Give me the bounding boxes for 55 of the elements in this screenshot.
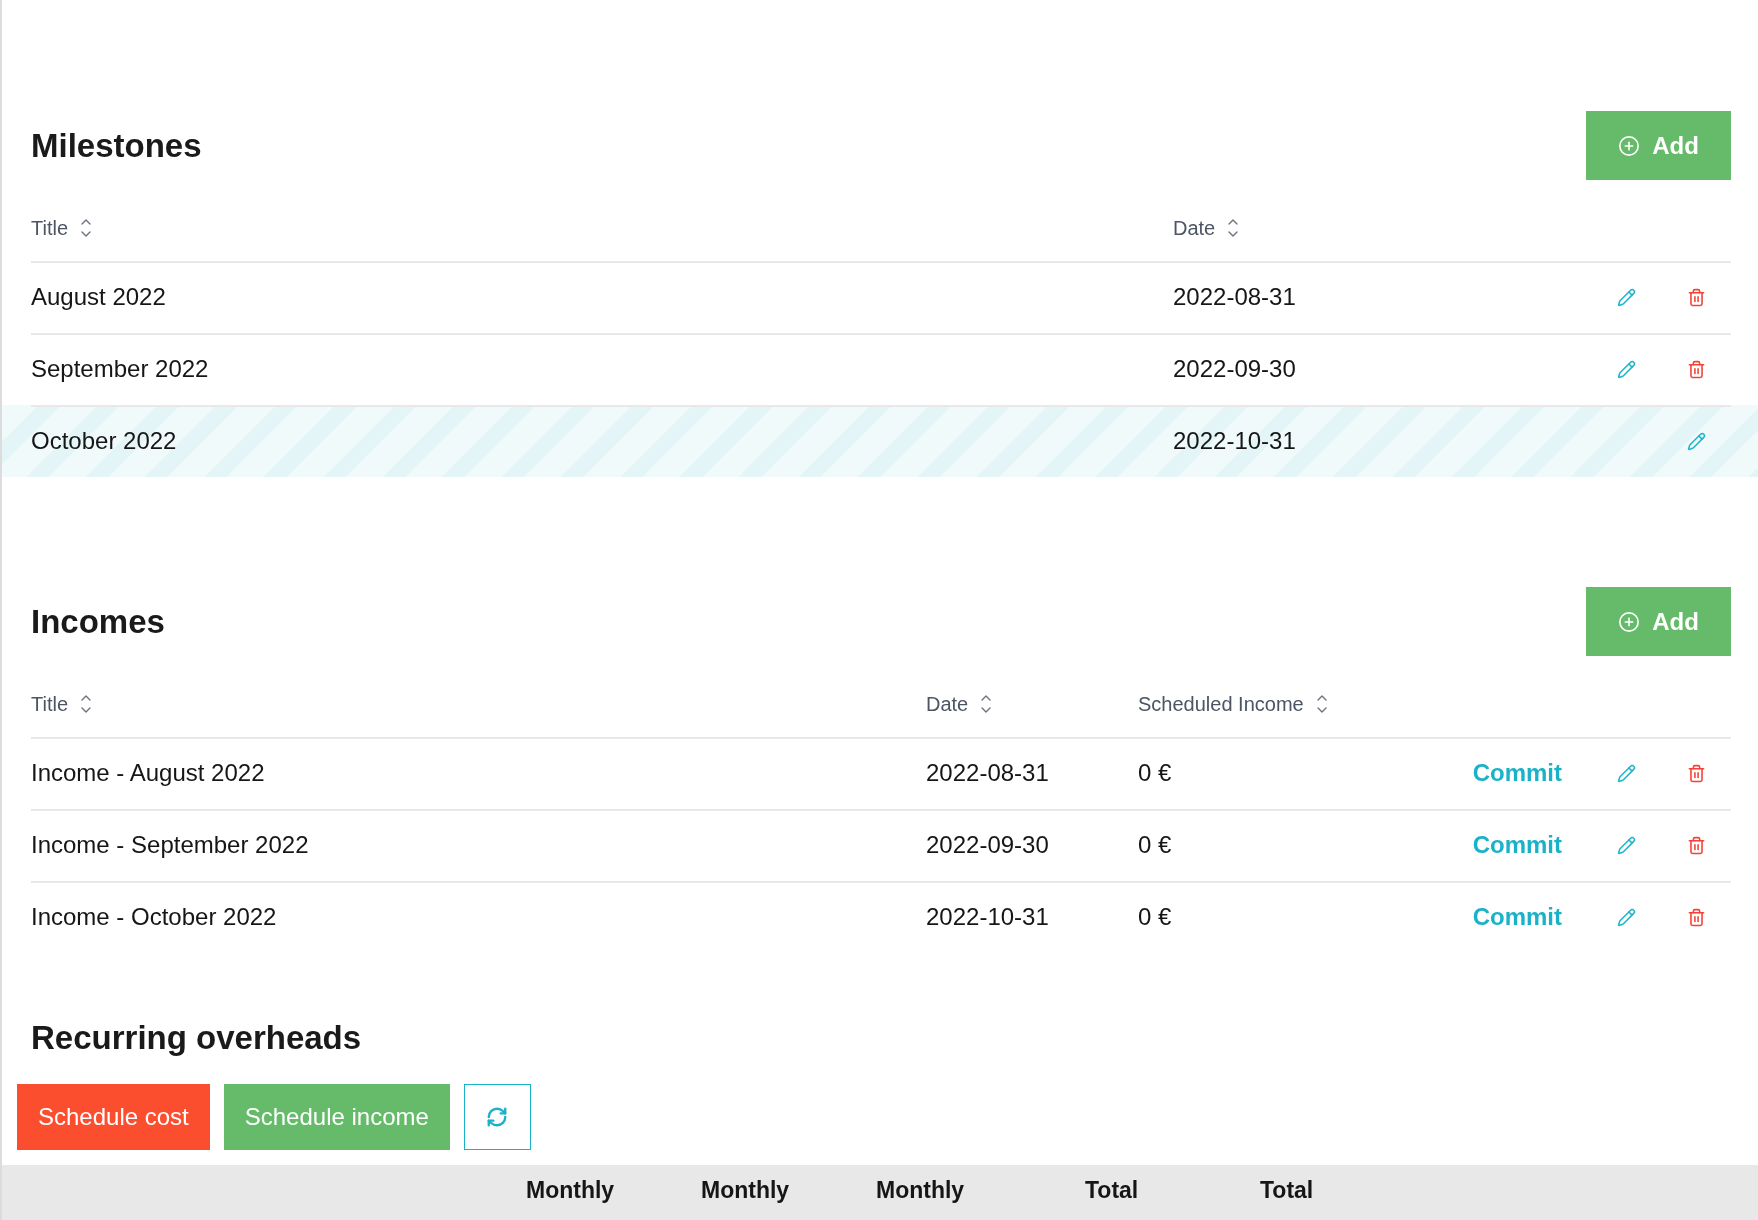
sort-icon[interactable]	[1315, 693, 1328, 715]
pencil-icon	[1616, 359, 1636, 379]
section-title: Recurring overheads	[31, 1018, 362, 1058]
table-cell: 0 €	[1138, 831, 1172, 859]
refresh-button[interactable]	[463, 1084, 531, 1150]
table-cell: August 2022	[31, 283, 166, 311]
column-header[interactable]: Date	[1173, 216, 1216, 240]
section-title: Incomes	[31, 601, 165, 642]
column-header[interactable]: Scheduled Income	[1138, 692, 1304, 716]
table-cell: 2022-08-31	[926, 759, 1049, 787]
sort-icon[interactable]	[980, 693, 993, 715]
table-cell: Income - October 2022	[31, 903, 277, 931]
section-title: Milestones	[31, 125, 202, 166]
trash-icon	[1686, 763, 1706, 783]
sort-icon[interactable]	[80, 693, 93, 715]
table-cell: 2022-10-31	[926, 903, 1049, 931]
schedule-cost-button[interactable]: Schedule cost	[17, 1084, 210, 1150]
pencil-icon	[1686, 431, 1706, 451]
table-cell: Income - August 2022	[31, 759, 265, 787]
column-header: Total	[1085, 1177, 1139, 1204]
table-cell: Income - September 2022	[31, 831, 309, 859]
plus-circle-icon	[1618, 610, 1641, 633]
trash-icon	[1686, 359, 1706, 379]
schedule-income-button[interactable]: Schedule income	[223, 1084, 450, 1150]
pencil-icon	[1616, 763, 1636, 783]
commit-button[interactable]: Commit	[1472, 759, 1562, 787]
add-button[interactable]: Add	[1586, 111, 1731, 180]
pencil-icon	[1616, 835, 1636, 855]
table-cell: October 2022	[31, 427, 177, 455]
table-cell: 0 €	[1138, 759, 1172, 787]
pencil-icon	[1616, 907, 1636, 927]
commit-button[interactable]: Commit	[1472, 831, 1562, 859]
refresh-icon	[486, 1106, 509, 1128]
column-header: Monthly	[526, 1177, 615, 1204]
commit-button[interactable]: Commit	[1472, 903, 1562, 931]
column-header: Monthly	[876, 1177, 965, 1204]
table-cell: 2022-08-31	[1173, 283, 1296, 311]
add-button[interactable]: Add	[1586, 587, 1731, 656]
plus-circle-icon	[1618, 134, 1641, 157]
column-header[interactable]: Title	[31, 692, 69, 716]
trash-icon	[1686, 835, 1706, 855]
pencil-icon	[1616, 287, 1636, 307]
table-cell: 2022-09-30	[1173, 355, 1296, 383]
column-header: Total	[1260, 1177, 1314, 1204]
sort-icon[interactable]	[1227, 217, 1240, 239]
column-header: Monthly	[701, 1177, 790, 1204]
table-cell: 2022-10-31	[1173, 427, 1296, 455]
table-cell: September 2022	[31, 355, 209, 383]
trash-icon	[1686, 907, 1706, 927]
table-cell: 2022-09-30	[926, 831, 1049, 859]
column-header[interactable]: Date	[926, 692, 969, 716]
table-cell: 0 €	[1138, 903, 1172, 931]
sort-icon[interactable]	[80, 217, 93, 239]
column-header[interactable]: Title	[31, 216, 69, 240]
trash-icon	[1686, 287, 1706, 307]
